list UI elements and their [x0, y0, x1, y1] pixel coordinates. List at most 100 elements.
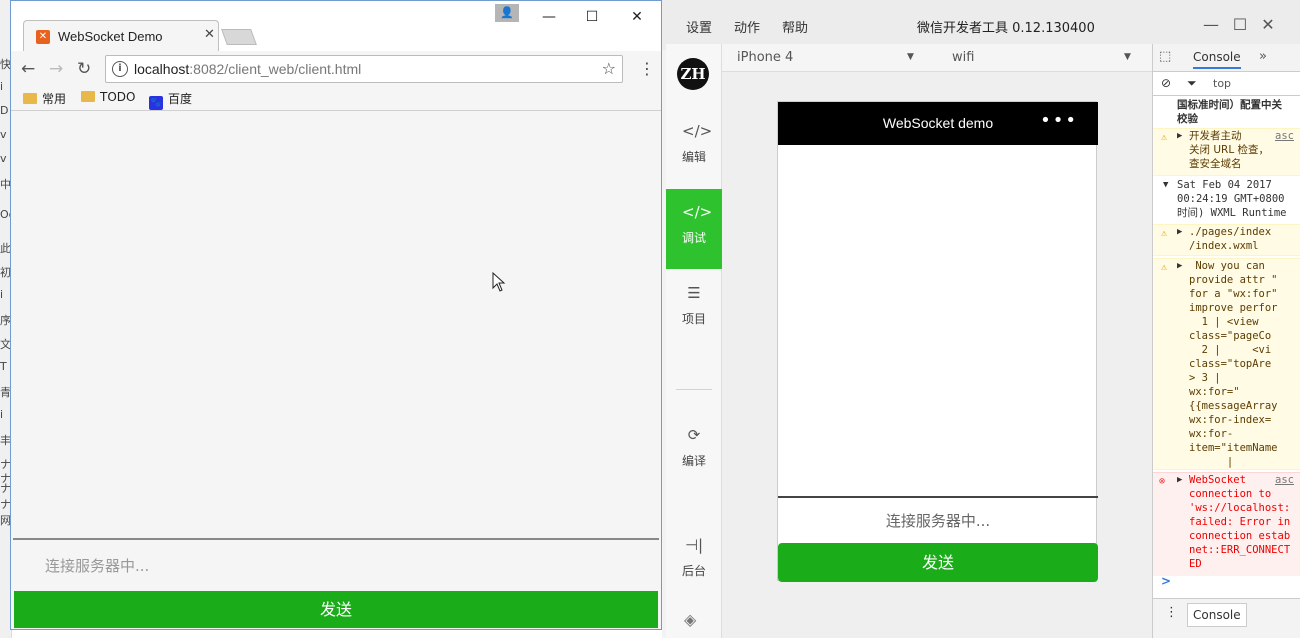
bookmark-folder-common[interactable]: 常用: [23, 90, 66, 107]
chevron-down-icon[interactable]: ▼: [907, 52, 914, 62]
chrome-toolbar: ← → ↻ i localhost:8082/client_web/client…: [11, 51, 661, 87]
warning-icon: ⚠: [1161, 228, 1168, 239]
kebab-menu-icon[interactable]: ⋮: [639, 59, 655, 78]
new-tab-button[interactable]: [221, 29, 257, 45]
expand-icon[interactable]: ▶: [1177, 259, 1182, 273]
avatar[interactable]: ZH: [677, 58, 709, 90]
bookmark-label: 常用: [42, 92, 67, 106]
more-tabs-icon[interactable]: »: [1259, 49, 1267, 64]
inspect-icon[interactable]: ⬚: [1159, 49, 1171, 64]
maximize-icon[interactable]: ☐: [579, 7, 605, 27]
url-text[interactable]: localhost:8082/client_web/client.html: [134, 61, 361, 77]
minimize-icon[interactable]: —: [1198, 12, 1224, 38]
nav-project[interactable]: ☰ 项目: [666, 270, 722, 350]
console-drawer: ⋮ Console: [1153, 598, 1300, 638]
tab-title: WebSocket Demo: [58, 29, 163, 44]
back-icon[interactable]: ←: [21, 59, 35, 79]
log-entry: ⚠ ▶ 开发者主动 关闭 URL 检查， 查安全域名 asc: [1153, 128, 1300, 176]
message-input[interactable]: 连接服务器中...: [45, 555, 149, 576]
log-entry: ⚠ ▶ ./pages/index /index.wxml: [1153, 224, 1300, 256]
menu-settings[interactable]: 设置: [686, 17, 712, 36]
close-icon[interactable]: ✕: [624, 7, 650, 27]
menu-help[interactable]: 帮助: [782, 17, 808, 36]
favicon-icon: ✕: [36, 30, 50, 44]
nav-divider: [676, 389, 712, 390]
chrome-window: ✕ WebSocket Demo ✕ 👤 — ☐ ✕ ← → ↻ i local…: [10, 0, 662, 630]
bookmarks-bar: 常用 TODO 🐾 百度: [11, 87, 661, 111]
collapse-icon[interactable]: ▼: [1163, 178, 1168, 192]
browser-tab[interactable]: ✕ WebSocket Demo ✕: [23, 20, 219, 51]
network-select[interactable]: wifi: [952, 50, 974, 65]
nav-debug[interactable]: </> 调试: [666, 189, 722, 269]
phone-navbar: WebSocket demo •••: [778, 102, 1098, 145]
menu-lines-icon: ☰: [687, 284, 701, 302]
devtools-menubar: 设置 动作 帮助 微信开发者工具 0.12.130400 — ☐ ✕: [662, 0, 1300, 50]
log-group: ▼ Sat Feb 04 2017 00:24:19 GMT+0800 时间) …: [1163, 178, 1287, 219]
error-icon: ⊗: [1159, 476, 1166, 487]
address-bar[interactable]: i localhost:8082/client_web/client.html …: [105, 55, 623, 83]
background-icon: ⊣|: [684, 536, 704, 554]
compile-icon: ⟳: [687, 426, 701, 444]
log-entry: 国标准时间）配置中关 校验: [1177, 99, 1282, 125]
warning-icon: ⚠: [1161, 262, 1168, 273]
profile-icon[interactable]: 👤: [495, 4, 519, 22]
nav-background-label: 后台: [681, 564, 706, 578]
expand-icon[interactable]: ▶: [1177, 225, 1182, 239]
minimize-icon[interactable]: —: [536, 7, 562, 27]
debug-code-icon: </>: [682, 203, 713, 221]
bookmark-label: TODO: [100, 90, 136, 104]
chrome-tabstrip: ✕ WebSocket Demo ✕ 👤 — ☐ ✕: [11, 1, 661, 51]
url-host: localhost: [134, 61, 190, 77]
console-prompt[interactable]: >: [1161, 574, 1171, 588]
drawer-tab-console[interactable]: Console: [1187, 603, 1247, 627]
close-icon[interactable]: ✕: [204, 27, 215, 42]
folder-icon: [23, 93, 37, 104]
filter-icon[interactable]: ⏷: [1187, 76, 1197, 91]
layers-icon[interactable]: ◈: [684, 610, 696, 629]
nav-background[interactable]: ⊣| 后台: [666, 522, 722, 602]
log-entry-error: ⊗ ▶ WebSocket connection to 'ws://localh…: [1153, 472, 1300, 576]
console-log: 国标准时间）配置中关 校验 ⚠ ▶ 开发者主动 关闭 URL 检查， 查安全域名…: [1153, 96, 1300, 596]
nav-project-label: 项目: [681, 312, 706, 326]
device-select[interactable]: iPhone 4: [737, 50, 793, 65]
console-tabbar: ⬚ Console »: [1153, 44, 1300, 72]
info-icon[interactable]: i: [112, 61, 128, 77]
kebab-icon[interactable]: ⋮: [1165, 605, 1178, 620]
wechat-devtools-window: 设置 动作 帮助 微信开发者工具 0.12.130400 — ☐ ✕ ZH </…: [662, 0, 1300, 638]
phone-message-input[interactable]: 连接服务器中...: [778, 510, 1098, 531]
bookmark-label: 百度: [168, 92, 193, 106]
chevron-down-icon[interactable]: ▼: [1124, 52, 1131, 62]
expand-icon[interactable]: ▶: [1177, 129, 1182, 143]
expand-icon[interactable]: ▶: [1177, 473, 1182, 487]
maximize-icon[interactable]: ☐: [1227, 12, 1253, 38]
nav-compile[interactable]: ⟳ 编译: [666, 412, 722, 492]
send-button[interactable]: 发送: [14, 591, 658, 628]
context-select[interactable]: top: [1213, 77, 1231, 90]
log-entry: ⚠ ▶ Now you can provide attr " for a "wx…: [1153, 258, 1300, 470]
log-source-link[interactable]: asc: [1275, 129, 1294, 143]
close-icon[interactable]: ✕: [1255, 12, 1281, 38]
bookmark-folder-todo[interactable]: TODO: [81, 90, 135, 104]
web-page: 连接服务器中... 发送: [11, 112, 661, 629]
star-icon[interactable]: ☆: [602, 59, 616, 78]
tab-console[interactable]: Console: [1193, 50, 1241, 69]
devtools-title: 微信开发者工具 0.12.130400: [917, 21, 1095, 36]
phone-simulator: WebSocket demo ••• 连接服务器中... 发送: [777, 101, 1098, 582]
nav-compile-label: 编译: [681, 454, 706, 468]
reload-icon[interactable]: ↻: [77, 59, 91, 79]
baidu-paw-icon: 🐾: [149, 96, 163, 110]
folder-icon: [81, 91, 95, 102]
clear-icon[interactable]: ⊘: [1161, 76, 1171, 90]
forward-icon[interactable]: →: [49, 59, 63, 79]
more-icon[interactable]: •••: [1040, 110, 1078, 131]
phone-divider: [778, 496, 1098, 498]
mouse-cursor-icon: [492, 272, 506, 292]
bookmark-baidu[interactable]: 🐾 百度: [149, 90, 192, 110]
warning-icon: ⚠: [1161, 132, 1168, 143]
menu-actions[interactable]: 动作: [734, 17, 760, 36]
nav-debug-label: 调试: [681, 231, 706, 245]
log-source-link[interactable]: asc: [1275, 473, 1294, 487]
console-filter-bar: ⊘ ⏷ top: [1153, 72, 1300, 96]
nav-edit[interactable]: </> 编辑: [666, 108, 722, 188]
phone-send-button[interactable]: 发送: [778, 543, 1098, 582]
